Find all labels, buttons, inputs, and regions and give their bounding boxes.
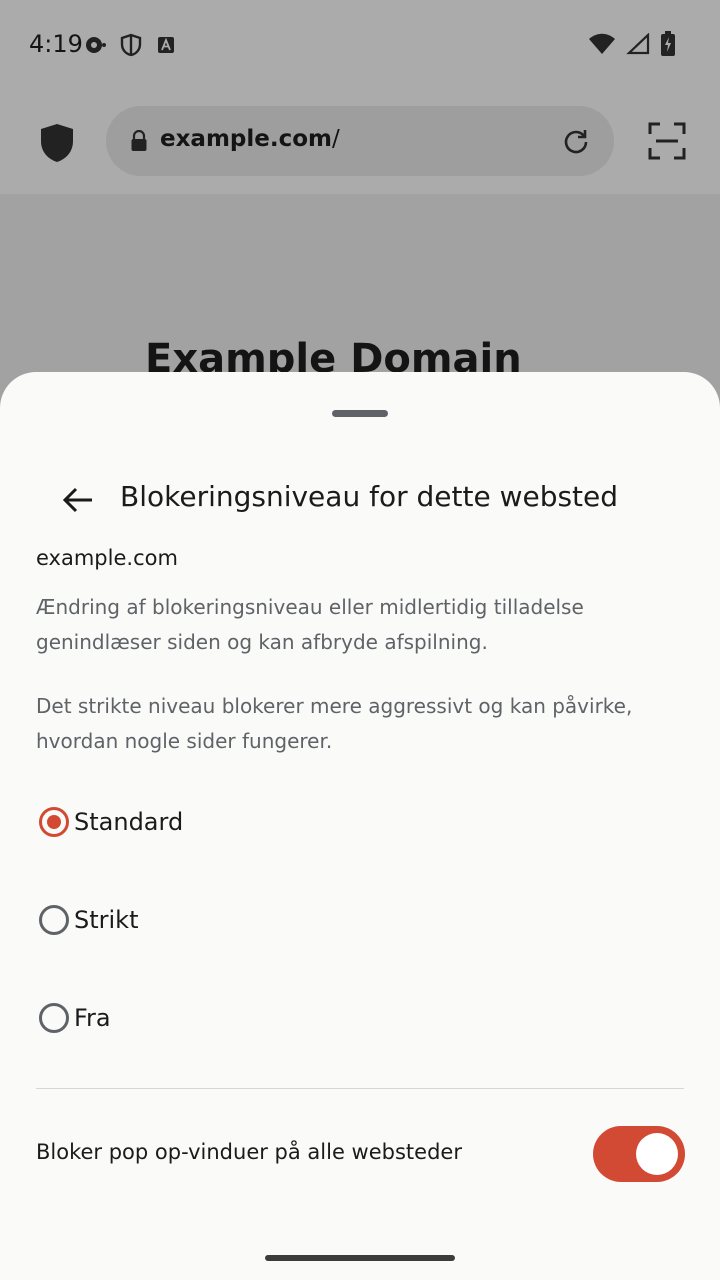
option-standard[interactable]: Standard xyxy=(36,792,676,852)
sheet-title: Blokeringsniveau for dette websted xyxy=(120,480,619,513)
radio-button-standard[interactable] xyxy=(39,807,69,837)
popup-block-label: Bloker pop op-vinduer på alle websteder xyxy=(36,1140,462,1164)
popup-block-toggle[interactable] xyxy=(593,1126,685,1182)
arrow-back-icon xyxy=(62,487,92,513)
back-button[interactable] xyxy=(54,476,102,524)
option-label: Fra xyxy=(74,1004,111,1032)
option-label: Standard xyxy=(74,808,184,836)
strict-warning-text: Det strikte niveau blokerer mere aggress… xyxy=(36,694,633,753)
gesture-nav-handle[interactable] xyxy=(265,1255,455,1261)
reload-warning-text: Ændring af blokeringsniveau eller midler… xyxy=(36,595,584,654)
toggle-knob xyxy=(636,1133,678,1175)
option-label: Strikt xyxy=(74,906,139,934)
option-strict[interactable]: Strikt xyxy=(36,890,676,950)
option-off[interactable]: Fra xyxy=(36,988,676,1048)
radio-button-strict[interactable] xyxy=(39,905,69,935)
blocking-level-sheet: Blokeringsniveau for dette websted examp… xyxy=(0,372,720,1280)
radio-button-off[interactable] xyxy=(39,1003,69,1033)
sheet-drag-handle[interactable] xyxy=(332,410,388,417)
divider xyxy=(36,1088,684,1089)
site-name: example.com xyxy=(36,546,178,570)
